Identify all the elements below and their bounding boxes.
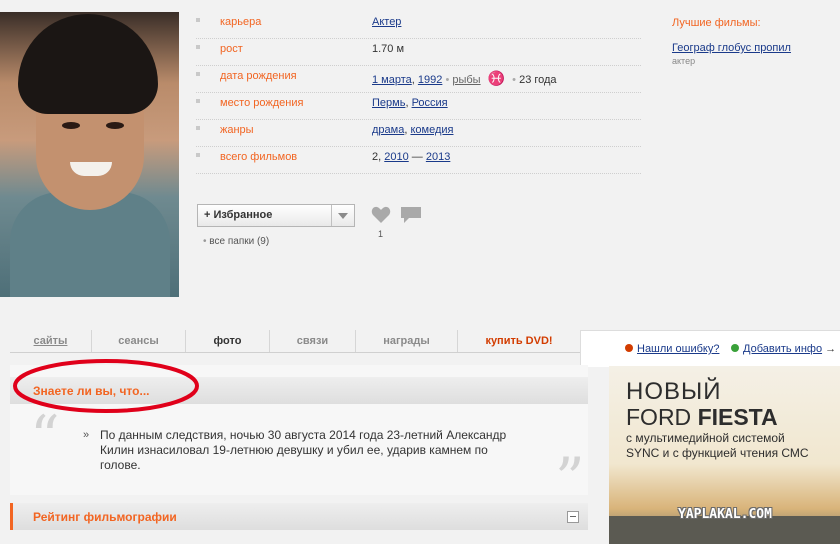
close-quote-icon: ” <box>555 445 585 513</box>
actor-photo[interactable] <box>0 12 179 297</box>
films-count: 2, <box>372 151 382 163</box>
arrow-right-icon: → <box>825 343 837 355</box>
tab-buy-dvd[interactable]: купить DVD! <box>458 330 580 352</box>
report-error-link[interactable]: Нашли ошибку? <box>625 343 719 355</box>
photo-hair <box>18 14 158 114</box>
country-link[interactable]: Россия <box>412 97 448 109</box>
rating-accent-bar <box>10 503 13 530</box>
height-value: 1.70 м <box>372 43 405 55</box>
birth-day-link[interactable]: 1 марта <box>372 74 412 86</box>
pisces-icon: ♓ <box>487 70 506 86</box>
bullet-icon <box>196 126 200 130</box>
photo-eye <box>62 122 80 129</box>
genre-link[interactable]: драма <box>372 124 404 136</box>
report-error-label: Нашли ошибку? <box>637 343 720 355</box>
dash: — <box>411 151 423 163</box>
zodiac-link[interactable]: рыбы <box>452 74 480 86</box>
chevron-down-icon[interactable] <box>331 205 354 226</box>
best-films-title: Лучшие фильмы: <box>672 17 761 29</box>
info-label: место рождения <box>220 97 304 109</box>
ad-line-2: FORD FIESTA <box>626 404 778 430</box>
year-to-link[interactable]: 2013 <box>426 151 450 163</box>
tabs-bar: сайты сеансы фото связи награды купить D… <box>10 330 580 352</box>
collapse-icon[interactable] <box>567 511 579 523</box>
age-value: 23 года <box>519 74 557 86</box>
tab-awards[interactable]: награды <box>356 330 458 352</box>
ad-line-3: с мультимедийной системой <box>626 431 785 445</box>
birth-year-link[interactable]: 1992 <box>418 74 442 86</box>
info-row-birthdate: дата рождения 1 марта, 1992 • рыбы ♓ • 2… <box>196 65 641 93</box>
info-label: карьера <box>220 16 262 28</box>
genre-link[interactable]: комедия <box>410 124 453 136</box>
favorites-dropdown[interactable]: + Избранное <box>197 204 355 227</box>
comment-icon[interactable] <box>400 206 422 224</box>
watermark: YAPLAKAL.COM <box>678 507 772 522</box>
career-link[interactable]: Актер <box>372 16 401 28</box>
info-row-birthplace: место рождения Пермь, Россия <box>196 92 641 120</box>
info-row-films-count: всего фильмов 2, 2010 — 2013 <box>196 146 641 174</box>
add-info-link[interactable]: Добавить инфо → <box>731 343 836 355</box>
rating-header: Рейтинг фильмографии <box>10 503 588 530</box>
like-count: 1 <box>378 229 384 239</box>
info-row-genres: жанры драма, комедия <box>196 119 641 147</box>
minus-circle-icon <box>625 344 633 352</box>
annotation-circle <box>13 359 199 413</box>
ad-line-4: SYNC и с функцией чтения СМС <box>626 446 809 460</box>
heart-icon[interactable] <box>371 206 391 224</box>
ad-line-1: НОВЫЙ <box>626 378 722 405</box>
rating-title: Рейтинг фильмографии <box>33 510 177 524</box>
info-label: дата рождения <box>220 70 297 82</box>
best-film-link[interactable]: Географ глобус пропил <box>672 42 791 54</box>
plus-circle-icon <box>731 344 739 352</box>
city-link[interactable]: Пермь <box>372 97 405 109</box>
list-bullet-icon: » <box>83 429 90 441</box>
info-label: рост <box>220 43 243 55</box>
all-folders-link[interactable]: • все папки (9) <box>203 236 269 247</box>
photo-eye <box>106 122 124 129</box>
info-label: всего фильмов <box>220 151 298 163</box>
plus-icon: + <box>204 209 211 221</box>
bullet-icon <box>196 45 200 49</box>
tab-sites[interactable]: сайты <box>10 330 92 352</box>
did-you-know-text: По данным следствия, ночью 30 августа 20… <box>100 428 507 472</box>
bullet-icon <box>196 153 200 157</box>
add-info-label: Добавить инфо <box>743 343 823 355</box>
all-folders-label: все папки (9) <box>209 236 270 247</box>
favorites-label: Избранное <box>213 209 273 221</box>
bullet-icon <box>196 18 200 22</box>
year-from-link[interactable]: 2010 <box>384 151 408 163</box>
tab-showtimes[interactable]: сеансы <box>92 330 186 352</box>
bullet-icon <box>196 72 200 76</box>
tabs-divider <box>10 352 580 353</box>
open-quote-icon: “ <box>30 403 60 471</box>
bullet-icon <box>196 99 200 103</box>
best-film-role: актер <box>672 56 696 66</box>
info-row-height: рост 1.70 м <box>196 38 641 66</box>
tab-photo[interactable]: фото <box>186 330 270 352</box>
tab-links[interactable]: связи <box>270 330 356 352</box>
info-row-career: карьера Актер <box>196 11 641 39</box>
info-label: жанры <box>220 124 254 136</box>
